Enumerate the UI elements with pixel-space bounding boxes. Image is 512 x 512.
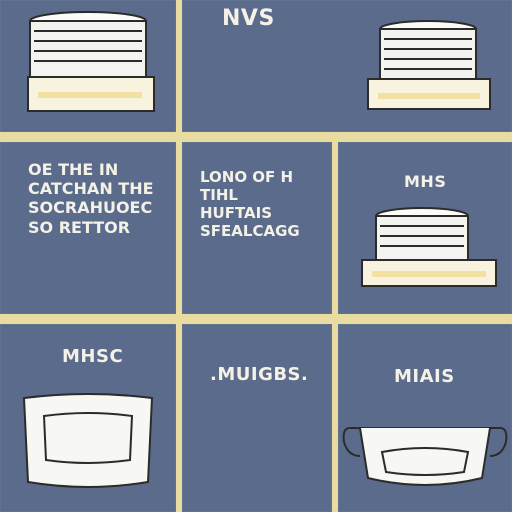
panel-5-line-3: HUFTAIS [200, 204, 273, 222]
panel-4-line-3: SOCRAHUOEC [28, 198, 153, 218]
panel-6: MHS [338, 142, 512, 314]
panel-5: LONO OF H TIHL HUFTAIS SFEALCAGG [182, 142, 332, 314]
pan-icon [342, 427, 508, 486]
panel-8-label: .MUIGBS. [210, 364, 309, 385]
stack-icon [361, 207, 497, 287]
panel-9: MIAIS [338, 324, 512, 512]
panel-4-line-4: SO RETTOR [28, 217, 131, 237]
comic-grid: NVS OE THE IN CATCHAN THE SOCRAHUOEC SO … [0, 0, 512, 512]
bowl-icon [22, 393, 154, 488]
stack-icon [367, 20, 491, 110]
panel-5-text: LONO OF H TIHL HUFTAIS SFEALCAGG [200, 168, 300, 240]
panel-8: .MUIGBS. [182, 324, 332, 512]
panel-4-text: OE THE IN CATCHAN THE SOCRAHUOEC SO RETT… [28, 160, 154, 237]
panel-2: NVS [182, 0, 512, 132]
panel-5-line-2: TIHL [200, 186, 238, 204]
stack-icon [27, 11, 155, 112]
panel-4: OE THE IN CATCHAN THE SOCRAHUOEC SO RETT… [0, 142, 176, 314]
panel-4-line-1: OE THE IN [28, 160, 119, 179]
panel-5-line-1: LONO OF H [200, 168, 294, 186]
panel-4-line-2: CATCHAN THE [28, 179, 154, 199]
panel-7: MHSC [0, 324, 176, 512]
panel-5-line-4: SFEALCAGG [200, 222, 300, 240]
panel-1 [0, 0, 176, 132]
